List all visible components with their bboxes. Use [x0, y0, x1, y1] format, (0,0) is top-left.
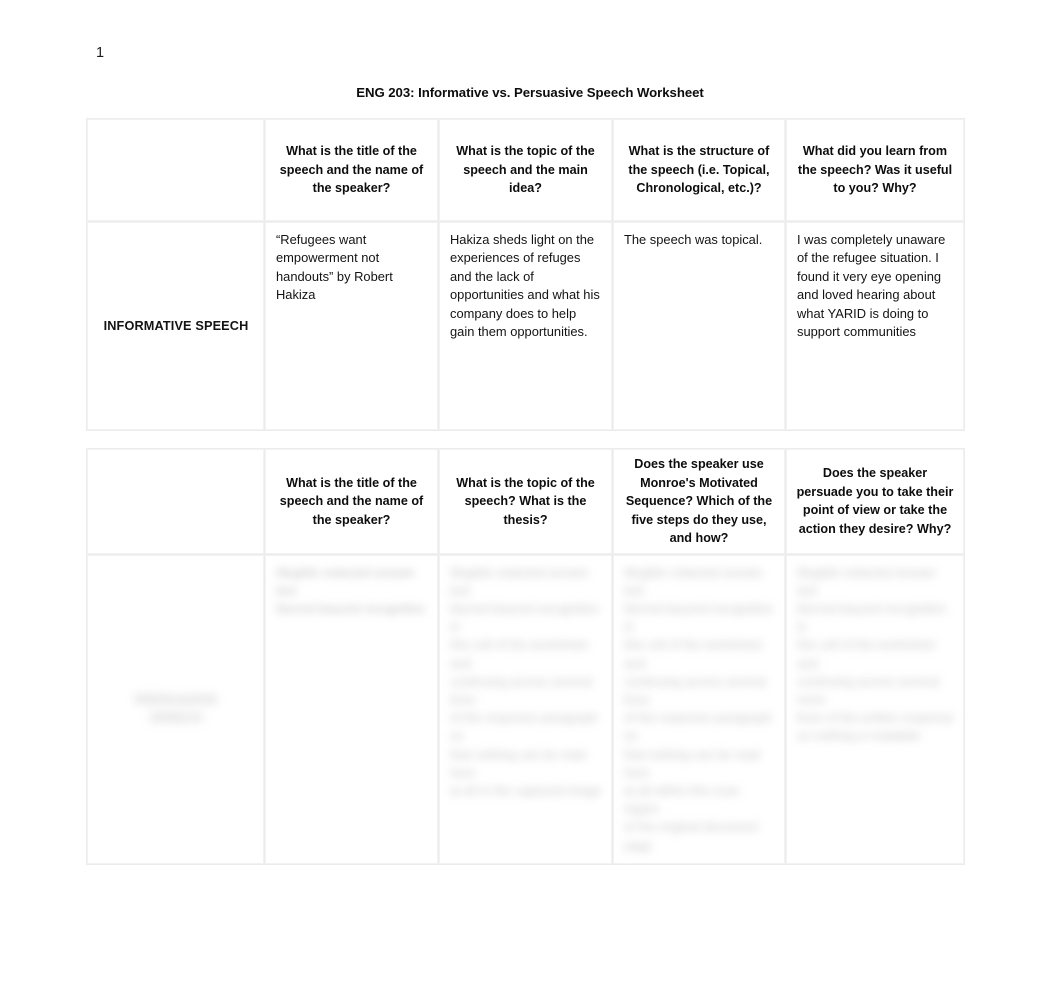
answer-learned: I was completely unaware of the refugee … [785, 221, 965, 431]
redacted-text: Illegible redacted answer text blurred b… [797, 565, 954, 744]
informative-speech-table: What is the title of the speech and the … [86, 118, 965, 431]
answer-text: The speech was topical. [624, 232, 763, 247]
table-header-row: What is the title of the speech and the … [86, 448, 965, 555]
redacted-text: PERSUASIVE SPEECH [134, 692, 218, 726]
answer-text: Hakiza sheds light on the experiences of… [450, 232, 604, 340]
table-row: PERSUASIVE SPEECH Illegible redacted ans… [86, 553, 965, 865]
redacted-text: Illegible redacted answer text blurred b… [276, 565, 426, 616]
answer-title-speaker-redacted: Illegible redacted answer text blurred b… [264, 553, 439, 865]
answer-topic-main-idea: Hakiza sheds light on the experiences of… [438, 221, 613, 431]
redacted-text: Illegible redacted answer text blurred b… [450, 565, 602, 798]
answer-text: I was completely unaware of the refugee … [797, 232, 949, 340]
row-label-persuasive-speech: PERSUASIVE SPEECH [86, 553, 265, 865]
page-title: ENG 203: Informative vs. Persuasive Spee… [356, 85, 704, 100]
page-number: 1 [96, 45, 105, 61]
redacted-text: Illegible redacted answer text blurred b… [624, 565, 774, 853]
header-cell-label [86, 448, 265, 555]
persuasive-speech-table: What is the title of the speech and the … [86, 448, 965, 865]
header-cell-structure: What is the structure of the speech (i.e… [612, 118, 786, 222]
header-cell-label [86, 118, 265, 222]
header-cell-topic-thesis: What is the topic of the speech? What is… [438, 448, 613, 555]
header-cell-monroes-motivated-sequence: Does the speaker use Monroe's Motivated … [612, 448, 786, 555]
header-cell-topic-main-idea: What is the topic of the speech and the … [438, 118, 613, 222]
table-header-row: What is the title of the speech and the … [86, 118, 965, 222]
row-label-informative-speech: INFORMATIVE SPEECH [86, 221, 265, 431]
header-cell-persuasion: Does the speaker persuade you to take th… [785, 448, 965, 555]
table-row: INFORMATIVE SPEECH “Refugees want empowe… [86, 221, 965, 431]
answer-monroes-sequence-redacted: Illegible redacted answer text blurred b… [612, 553, 786, 865]
answer-text: “Refugees want empowerment not handouts”… [276, 232, 397, 303]
header-cell-learned: What did you learn from the speech? Was … [785, 118, 965, 222]
worksheet-page: 1 ENG 203: Informative vs. Persuasive Sp… [0, 0, 1062, 1001]
header-cell-title-speaker: What is the title of the speech and the … [264, 118, 439, 222]
answer-topic-thesis-redacted: Illegible redacted answer text blurred b… [438, 553, 613, 865]
answer-persuasion-redacted: Illegible redacted answer text blurred b… [785, 553, 965, 865]
answer-title-speaker: “Refugees want empowerment not handouts”… [264, 221, 439, 431]
answer-structure: The speech was topical. [612, 221, 786, 431]
header-cell-title-speaker: What is the title of the speech and the … [264, 448, 439, 555]
